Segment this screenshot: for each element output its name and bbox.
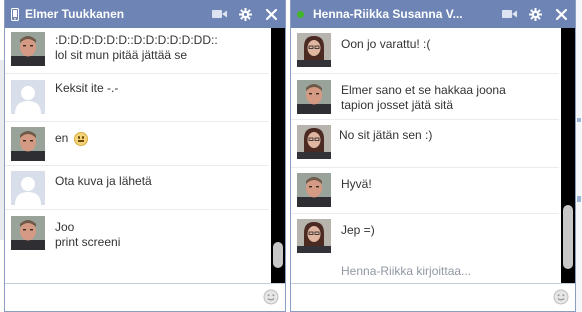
message-text: :D:D:D:D:D:D::D:D:D:D:D:DD::	[55, 33, 218, 47]
message-text: Keksit ite -.-	[55, 81, 119, 95]
message-text: print screeni	[55, 235, 121, 249]
message-group: en	[5, 122, 269, 166]
close-icon[interactable]	[553, 6, 569, 22]
scrollbar[interactable]	[271, 28, 285, 284]
message-group: Oon jo varattu! :(	[291, 28, 559, 74]
message-input[interactable]	[295, 287, 549, 309]
man-avatar[interactable]	[297, 173, 331, 207]
message-text: tapion josset jätä sitä	[341, 98, 454, 112]
message-list[interactable]: Oon jo varattu! :( Elmer sano et se hakk…	[291, 28, 575, 284]
chat-title[interactable]: Elmer Tuukkanen	[25, 7, 185, 21]
message-composer	[291, 283, 575, 311]
default-avatar[interactable]	[11, 80, 45, 114]
message-text: Ota kuva ja lähetä	[55, 174, 152, 188]
page-right-edge	[575, 0, 582, 312]
video-camera-icon[interactable]	[211, 6, 227, 22]
gear-icon[interactable]	[527, 6, 543, 22]
default-avatar[interactable]	[11, 171, 45, 205]
message-group: Keksit ite -.-	[5, 74, 269, 122]
message-group: :D:D:D:D:D:D::D:D:D:D:D:DD:: lol sit mun…	[5, 28, 269, 74]
message-composer	[5, 283, 285, 311]
grimace-emoticon	[73, 131, 88, 146]
message-text: Joo	[55, 220, 75, 234]
chat-header[interactable]: Elmer Tuukkanen	[5, 0, 285, 29]
scrollbar[interactable]	[561, 28, 575, 284]
message-group: Ota kuva ja lähetä	[5, 166, 269, 210]
man-avatar[interactable]	[297, 80, 331, 114]
typing-indicator: Henna-Riikka kirjoittaa...	[341, 264, 472, 278]
message-text: en	[55, 131, 69, 145]
message-list[interactable]: :D:D:D:D:D:D::D:D:D:D:D:DD:: lol sit mun…	[5, 28, 285, 284]
chat-header[interactable]: Henna-Riikka Susanna V...	[291, 0, 575, 29]
message-text: Jep =)	[341, 223, 375, 237]
message-text: lol sit mun pitää jättää se	[55, 48, 188, 62]
online-status-icon	[297, 8, 304, 18]
message-group: Elmer sano et se hakkaa joona tapion jos…	[291, 74, 559, 120]
man-avatar[interactable]	[11, 127, 45, 161]
man-avatar[interactable]	[11, 32, 45, 66]
scrollbar-thumb[interactable]	[273, 242, 283, 268]
chat-window-elmer: Elmer Tuukkanen :D:D:D:D:D:D::D:D:D:D:D:…	[4, 0, 286, 312]
smiley-icon[interactable]	[263, 289, 279, 305]
mobile-phone-icon	[11, 8, 19, 21]
man-avatar[interactable]	[11, 216, 45, 250]
message-text: Elmer sano et se hakkaa joona	[341, 83, 506, 97]
smiley-icon[interactable]	[553, 289, 569, 305]
woman-avatar[interactable]	[297, 125, 331, 159]
message-text: Hyvä!	[341, 177, 372, 191]
message-input[interactable]	[9, 287, 259, 309]
video-camera-icon[interactable]	[501, 6, 517, 22]
page-edge-marker	[577, 118, 581, 122]
message-group: Joo print screeni	[5, 210, 269, 282]
close-icon[interactable]	[263, 6, 279, 22]
chat-window-henna: Henna-Riikka Susanna V... Oon jo varattu…	[290, 0, 576, 312]
message-group: No sit jätän sen :)	[291, 120, 559, 168]
message-text: No sit jätän sen :)	[339, 128, 433, 142]
message-text: Oon jo varattu! :(	[341, 37, 431, 51]
gear-icon[interactable]	[237, 6, 253, 22]
scrollbar-thumb[interactable]	[563, 205, 573, 269]
message-group: Hyvä!	[291, 168, 559, 214]
woman-avatar[interactable]	[297, 219, 331, 253]
page-edge-marker	[577, 196, 581, 202]
woman-avatar[interactable]	[297, 33, 331, 67]
chat-title[interactable]: Henna-Riikka Susanna V...	[313, 7, 489, 21]
